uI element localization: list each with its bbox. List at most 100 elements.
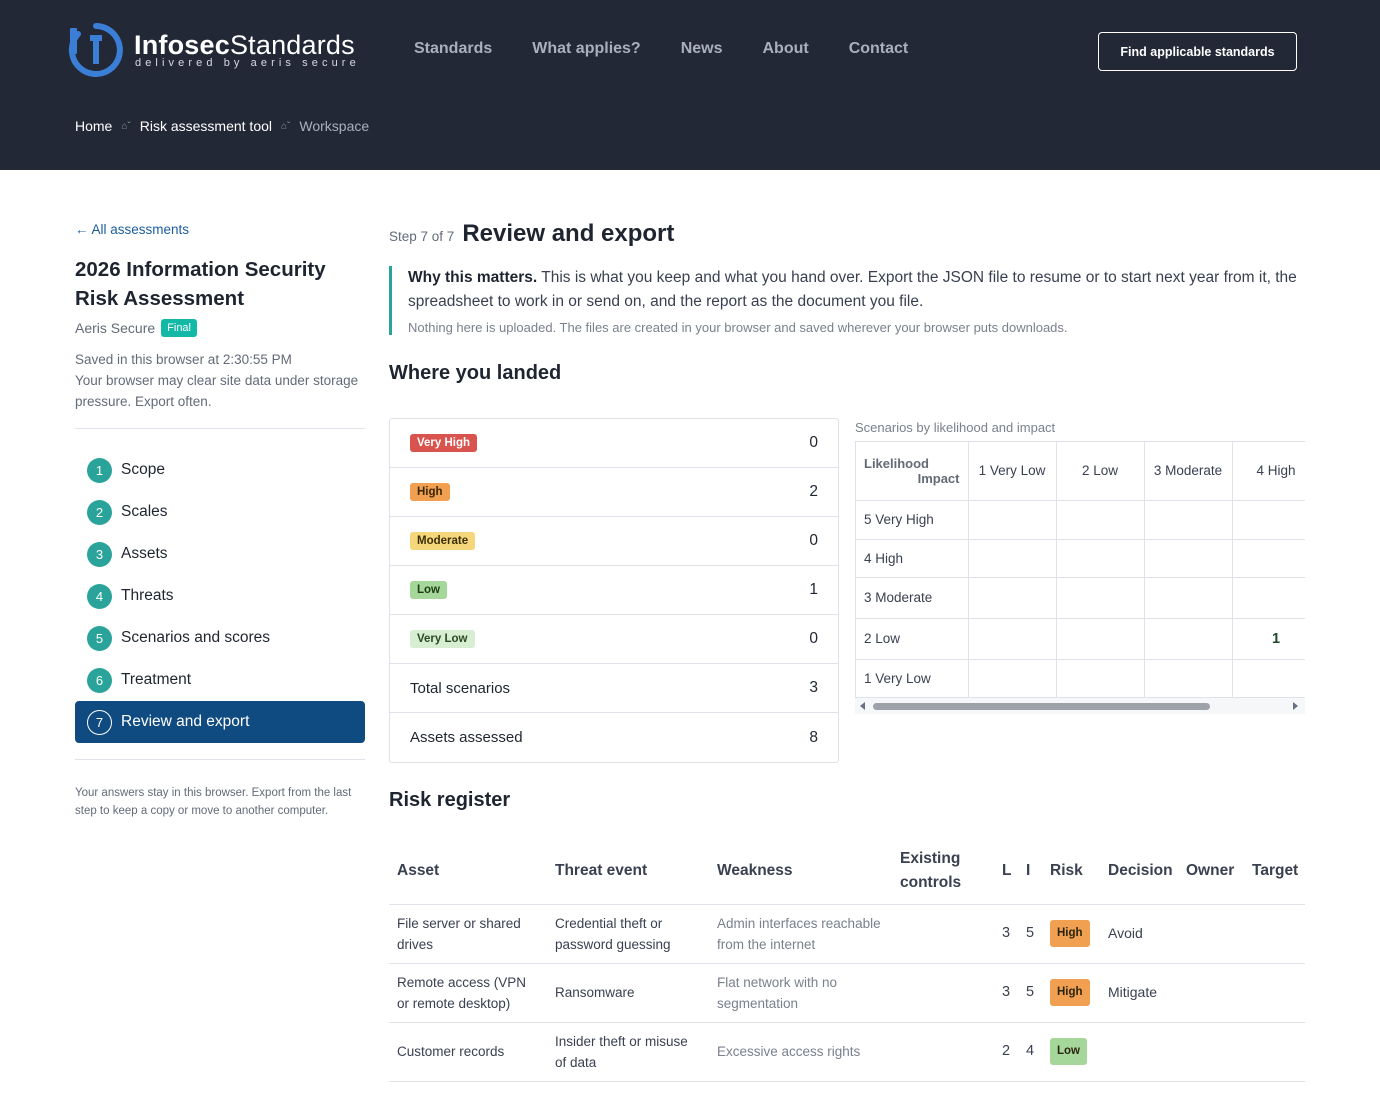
site-header: InfosecStandards delivered by aeris secu… (0, 0, 1380, 170)
step-item-scope[interactable]: 1 Scope (75, 449, 365, 491)
heatmap-cell[interactable] (968, 539, 1057, 578)
step-item-scales[interactable]: 2 Scales (75, 491, 365, 533)
heatmap-cell[interactable] (1144, 577, 1233, 619)
summary-row: Very High 0 (390, 419, 838, 468)
main-nav: Standards What applies? News About Conta… (414, 40, 948, 58)
callout-body: This is what you keep and what you hand … (408, 269, 1297, 310)
heatmap-cell[interactable]: 1 (1232, 618, 1305, 660)
heatmap-cell[interactable] (1056, 500, 1145, 540)
register-column-header[interactable]: Existing controls (892, 838, 994, 905)
register-column-header[interactable]: L (994, 838, 1018, 905)
scroll-left-icon[interactable] (860, 702, 865, 710)
summary-row: Total scenarios 3 (390, 664, 838, 713)
heatmap-cell[interactable] (968, 618, 1057, 660)
step-label: Review and export (121, 713, 250, 730)
heatmap-column-header: 3 Moderate (1144, 442, 1233, 501)
heatmap-caption: Scenarios by likelihood and impact (855, 420, 1056, 435)
cell-weakness: Admin interfaces reachable from the inte… (709, 904, 892, 964)
heatmap-panel: Scenarios by likelihood and impact Likel… (855, 420, 1305, 714)
summary-count: 0 (809, 532, 818, 549)
breadcrumb-risk-tool[interactable]: Risk assessment tool (140, 118, 272, 134)
heatmap-cell[interactable] (1056, 618, 1145, 660)
heatmap-header-row: Likelihood Impact 1 Very Low 2 Low 3 Moderat… (856, 442, 1305, 501)
heatmap-cell[interactable] (1056, 659, 1145, 698)
breadcrumb-home[interactable]: Home (75, 118, 112, 134)
heatmap-cell[interactable] (968, 500, 1057, 540)
heatmap-row: 1 Very Low (856, 659, 1305, 698)
heatmap-cell[interactable] (968, 659, 1057, 698)
step-number: 5 (87, 625, 112, 651)
step-label: Scales (121, 503, 168, 520)
register-column-header[interactable]: Asset (389, 838, 547, 905)
risk-level-badge: Very High (410, 434, 478, 452)
heatmap-cell[interactable] (968, 577, 1057, 619)
heatmap-cell[interactable] (1056, 577, 1145, 619)
heatmap-cell[interactable] (1144, 539, 1233, 578)
step-item-treatment[interactable]: 6 Treatment (75, 659, 365, 701)
step-item-scenarios[interactable]: 5 Scenarios and scores (75, 617, 365, 659)
summary-count: 0 (809, 630, 818, 647)
register-column-header[interactable]: Weakness (709, 838, 892, 905)
cell-weakness: Flat network with no segmentation (709, 963, 892, 1023)
risk-summary-table: Very High 0 High 2 Moderate 0 Low 1 Very Low 0 Tot… (389, 418, 839, 763)
nav-what-applies[interactable]: What applies? (532, 40, 640, 58)
scroll-right-icon[interactable] (1293, 702, 1298, 710)
heatmap-cell[interactable] (1144, 500, 1233, 540)
callout-text: Why this matters. This is what you keep … (408, 266, 1305, 314)
risk-level-badge: Very Low (410, 630, 475, 648)
heatmap-scroll-area[interactable]: Likelihood Impact 1 Very Low 2 Low 3 Moderat… (855, 441, 1305, 711)
risk-level-badge: Low (410, 581, 447, 599)
nav-contact[interactable]: Contact (849, 40, 909, 58)
heatmap-cell[interactable] (1232, 539, 1305, 578)
summary-count: 3 (809, 679, 818, 696)
all-assessments-link[interactable]: ← All assessments (75, 222, 365, 237)
heatmap-cell[interactable] (1232, 577, 1305, 619)
register-column-header[interactable]: Owner (1178, 838, 1244, 905)
register-column-header[interactable]: I (1018, 838, 1042, 905)
heatmap-cell[interactable] (1232, 500, 1305, 540)
cell-owner (1178, 1022, 1244, 1082)
cell-risk: Low (1042, 1022, 1100, 1082)
risk-level-badge: High (410, 483, 450, 501)
summary-row: Assets assessed 8 (390, 713, 838, 762)
summary-count: 8 (809, 728, 818, 746)
step-number: 6 (87, 667, 112, 693)
heatmap-row-header: 2 Low (856, 618, 969, 660)
register-column-header[interactable]: Decision (1100, 838, 1178, 905)
find-standards-button[interactable]: Find applicable standards (1098, 32, 1297, 71)
storage-warning: Your browser may clear site data under s… (75, 373, 359, 409)
summary-row: High 2 (390, 468, 838, 517)
heatmap-cell[interactable] (1232, 659, 1305, 698)
step-number: 1 (87, 457, 112, 483)
step-item-review-export[interactable]: 7 Review and export (75, 701, 365, 743)
step-item-assets[interactable]: 3 Assets (75, 533, 365, 575)
register-column-header[interactable]: Risk (1042, 838, 1100, 905)
scroll-thumb[interactable] (873, 703, 1210, 710)
assessment-title: 2026 Information Security Risk Assessmen… (75, 258, 326, 310)
step-label: Threats (121, 587, 174, 604)
why-callout: Why this matters. This is what you keep … (389, 266, 1305, 335)
heatmap-cell[interactable] (1056, 539, 1145, 578)
heatmap-row: 2 Low 1 (856, 618, 1305, 660)
heatmap-cell[interactable] (1144, 659, 1233, 698)
step-item-threats[interactable]: 4 Threats (75, 575, 365, 617)
site-logo[interactable]: InfosecStandards delivered by aeris secu… (68, 22, 368, 78)
cell-controls (892, 1022, 994, 1082)
table-row[interactable]: File server or shared drives Credential t… (389, 904, 1305, 964)
nav-standards[interactable]: Standards (414, 40, 492, 58)
nav-news[interactable]: News (681, 40, 723, 58)
page-title: Review and export (462, 220, 675, 247)
summary-row: Very Low 0 (390, 615, 838, 664)
risk-level-badge: Moderate (410, 532, 476, 550)
register-column-header[interactable]: Target (1244, 838, 1305, 905)
cell-likelihood: 2 (994, 1022, 1018, 1082)
table-row[interactable]: Remote access (VPN or remote desktop) Ran… (389, 963, 1305, 1023)
heatmap-row-header: 3 Moderate (856, 577, 969, 619)
heatmap-column-header: 1 Very Low (968, 442, 1057, 501)
heatmap-table: Likelihood Impact 1 Very Low 2 Low 3 Moderat… (856, 442, 1305, 698)
register-column-header[interactable]: Threat event (547, 838, 709, 905)
nav-about[interactable]: About (763, 40, 809, 58)
heatmap-cell[interactable] (1144, 618, 1233, 660)
horizontal-scrollbar[interactable] (855, 698, 1305, 714)
table-row[interactable]: Customer records Insider theft or misuse … (389, 1022, 1305, 1082)
